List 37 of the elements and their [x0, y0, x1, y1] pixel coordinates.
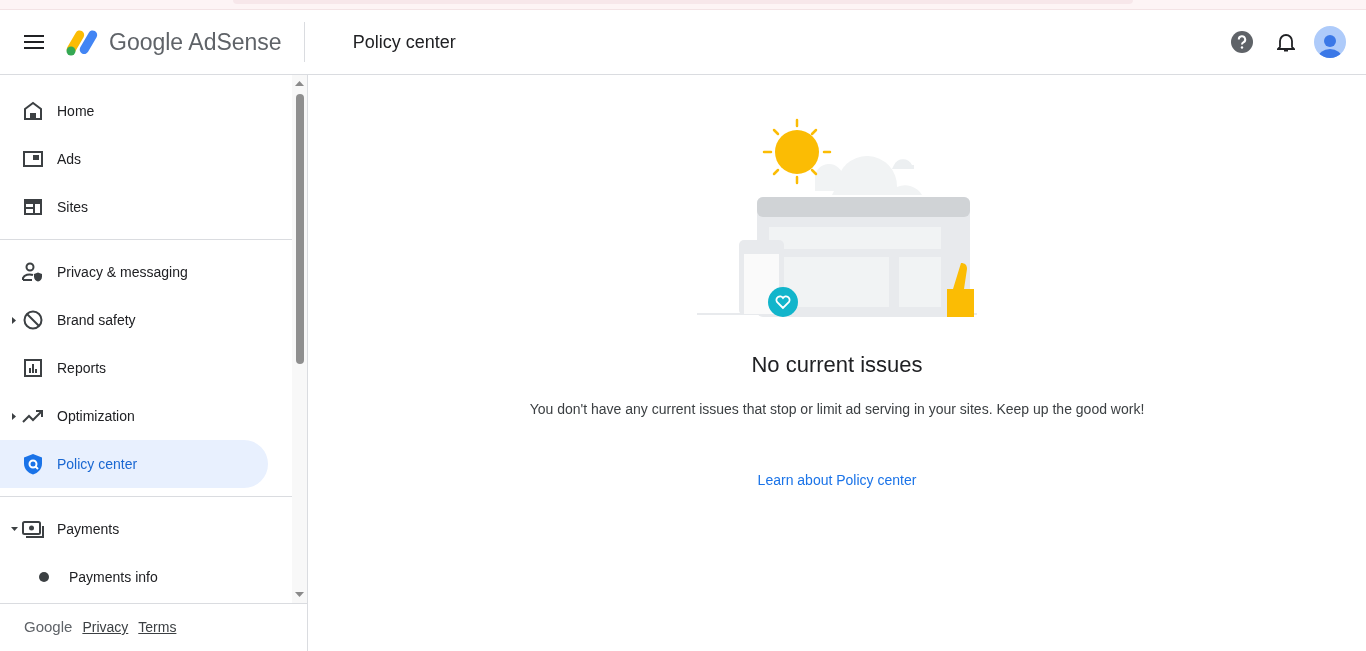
sidebar-item[interactable]: Brand safety [22, 296, 268, 344]
block-icon [22, 309, 44, 331]
help-button[interactable] [1230, 30, 1254, 54]
banknote-icon [22, 518, 44, 540]
footer-link[interactable]: Privacy [82, 617, 129, 638]
menu-icon [24, 35, 44, 49]
sidebar-item[interactable]: Privacy & messaging [22, 248, 268, 296]
help-icon [1231, 31, 1253, 53]
scroll-up-icon [295, 81, 304, 86]
bell-icon [1277, 32, 1295, 52]
learn-more-link[interactable]: Learn about Policy center [757, 470, 917, 491]
sidebar-item[interactable]: Sites [22, 183, 268, 231]
product-name: Google AdSense [109, 27, 282, 57]
shield-search-icon [22, 453, 44, 475]
page-title: Policy center [352, 30, 456, 54]
sidebar-item[interactable]: Home [22, 87, 268, 135]
layout-icon [22, 196, 44, 218]
sidebar-item[interactable]: Policy center [0, 440, 268, 488]
person-shield-icon [22, 261, 44, 283]
ad-frame-icon [22, 148, 44, 170]
scroll-down-icon [295, 592, 304, 597]
footer-brand: Google [24, 617, 73, 638]
home-icon [22, 100, 44, 122]
bullet-icon [39, 572, 49, 582]
scrollbar[interactable] [292, 75, 307, 603]
footer-link[interactable]: Terms [138, 617, 177, 638]
sidebar-item[interactable]: Ads [22, 135, 268, 183]
sidebar-subitem[interactable]: Payments info [39, 553, 279, 601]
empty-state-heading: No current issues [751, 351, 923, 379]
bar-chart-icon [22, 357, 44, 379]
account-avatar[interactable] [1314, 26, 1346, 58]
sidebar-item[interactable]: Reports [22, 344, 268, 392]
logo-icon [65, 27, 99, 57]
sidebar-item[interactable]: Payments [22, 505, 268, 553]
empty-state-message: You don't have any current issues that stop or limit ad serving in your sites. Keep up the good work! [529, 400, 1145, 419]
sidebar-item[interactable]: Optimization [22, 392, 268, 440]
person-icon [1317, 32, 1343, 58]
